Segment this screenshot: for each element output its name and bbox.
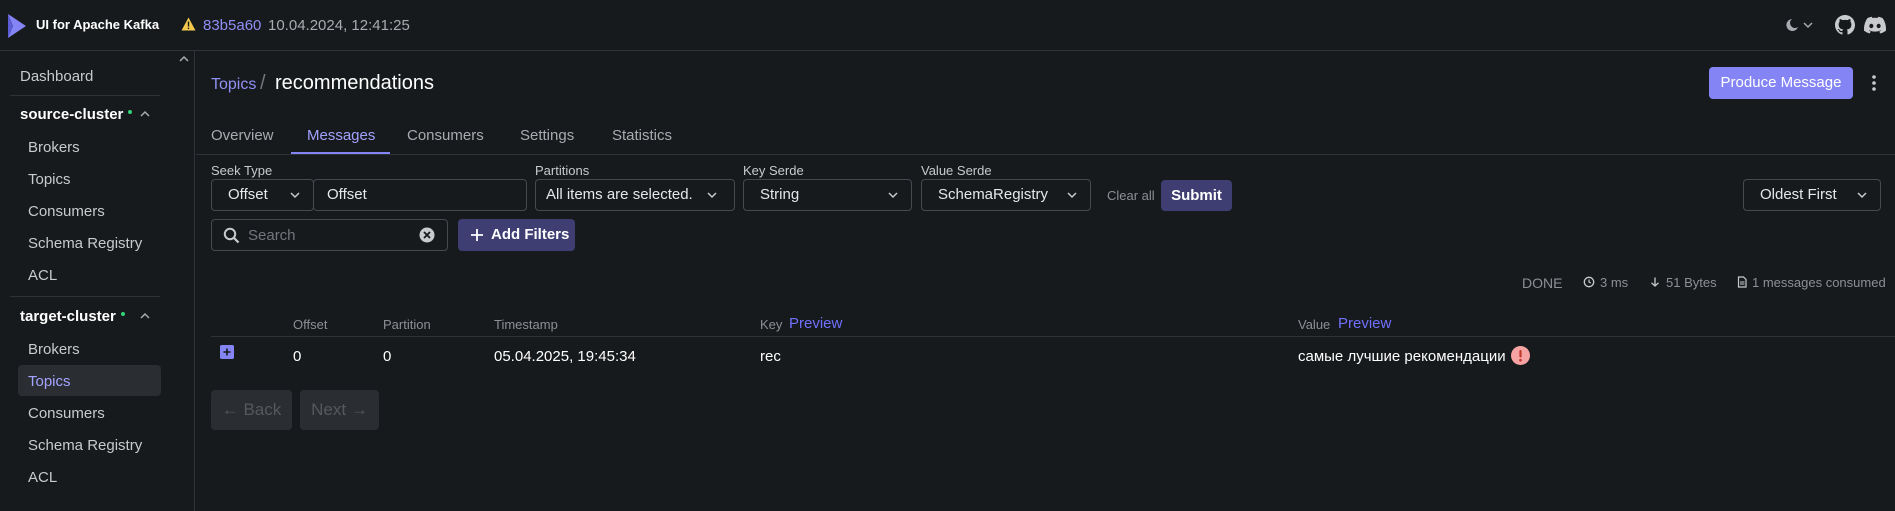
chevron-up-icon[interactable] [139, 110, 151, 118]
produce-message-button[interactable]: Produce Message [1709, 67, 1853, 99]
value-serde-select[interactable]: SchemaRegistry [921, 179, 1091, 211]
active-tab-indicator [291, 152, 390, 154]
theme-toggle-moon-icon[interactable] [1784, 16, 1818, 34]
seek-type-value: Offset [228, 186, 268, 203]
cell-offset: 0 [293, 348, 302, 365]
error-icon[interactable] [1511, 346, 1530, 365]
sidebar-cluster-target[interactable]: target-cluster [20, 308, 125, 325]
chevron-down-icon [290, 192, 300, 199]
key-preview-link[interactable]: Preview [789, 315, 842, 332]
value-preview-link[interactable]: Preview [1338, 315, 1391, 332]
sidebar-item-brokers[interactable]: Brokers [28, 341, 80, 358]
status-consumed: 1 messages consumed [1752, 275, 1886, 290]
sidebar-item-dashboard[interactable]: Dashboard [20, 68, 93, 85]
column-header-value: Value [1298, 317, 1331, 332]
sidebar-item-brokers[interactable]: Brokers [28, 139, 80, 156]
sidebar-item-schema-registry[interactable]: Schema Registry [28, 235, 142, 252]
tab-statistics[interactable]: Statistics [612, 127, 672, 144]
sidebar-item-schema-registry[interactable]: Schema Registry [28, 437, 142, 454]
chevron-down-icon [888, 192, 898, 199]
page-title: recommendations [275, 72, 434, 94]
tab-consumers[interactable]: Consumers [407, 127, 484, 144]
version-date: 10.04.2024, 12:41:25 [268, 17, 410, 34]
table-header-divider [211, 336, 1895, 337]
sidebar-collapse-icon[interactable] [178, 54, 190, 64]
column-header-timestamp[interactable]: Timestamp [494, 317, 558, 332]
more-vertical-icon[interactable] [1871, 73, 1877, 93]
add-filters-button[interactable]: Add Filters [458, 219, 575, 251]
column-header-partition[interactable]: Partition [383, 317, 431, 332]
app-title[interactable]: UI for Apache Kafka [36, 17, 159, 32]
back-button[interactable]: ← Back [211, 390, 292, 430]
sidebar-item-topics[interactable]: Topics [28, 171, 71, 188]
version-link[interactable]: 83b5a60 [203, 17, 261, 34]
breadcrumb-separator: / [260, 72, 266, 94]
breadcrumb-topics-link[interactable]: Topics [211, 76, 256, 94]
arrow-down-icon [1651, 277, 1659, 287]
seek-type-label: Seek Type [211, 163, 273, 178]
key-serde-select[interactable]: String [743, 179, 912, 211]
cluster-status-dot [120, 312, 125, 317]
value-serde-value: SchemaRegistry [938, 186, 1049, 203]
offset-input[interactable]: Offset [313, 179, 527, 211]
tab-overview[interactable]: Overview [211, 127, 274, 144]
expand-row-icon[interactable] [220, 345, 234, 359]
key-serde-value: String [760, 186, 800, 203]
chevron-down-icon [707, 192, 717, 199]
sidebar-divider [10, 95, 160, 96]
plus-icon [471, 229, 483, 241]
top-bar: UI for Apache Kafka 83b5a60 10.04.2024, … [0, 0, 1895, 51]
sort-order-select[interactable]: Oldest First [1743, 179, 1881, 211]
sidebar-cluster-source[interactable]: source-cluster [20, 106, 133, 123]
file-icon [1737, 276, 1747, 288]
sidebar-item-acl[interactable]: ACL [28, 469, 57, 486]
warning-icon [181, 17, 196, 31]
tab-messages[interactable]: Messages [307, 127, 375, 144]
cell-key: rec [760, 348, 781, 365]
clock-icon [1583, 276, 1595, 288]
chevron-down-icon [1067, 192, 1077, 199]
partitions-value: All items are selected. [546, 186, 693, 203]
cell-partition: 0 [383, 348, 392, 365]
key-serde-label: Key Serde [743, 163, 804, 178]
sidebar-item-consumers[interactable]: Consumers [28, 405, 105, 422]
cluster-name: target-cluster [20, 308, 116, 325]
cell-value: самые лучшие рекомендации [1298, 348, 1506, 365]
partitions-select[interactable]: All items are selected. [535, 179, 735, 211]
sort-order-value: Oldest First [1760, 186, 1837, 203]
offset-input-value: Offset [327, 186, 367, 203]
add-filters-label: Add Filters [491, 226, 570, 243]
status-elapsed: 3 ms [1600, 275, 1629, 290]
column-header-key: Key [760, 317, 783, 332]
search-input[interactable] [248, 220, 408, 250]
github-icon[interactable] [1835, 15, 1855, 35]
tab-settings[interactable]: Settings [520, 127, 574, 144]
sidebar: Dashboard source-cluster Brokers Topics … [0, 51, 195, 511]
kafka-logo-icon[interactable] [6, 13, 28, 39]
cell-timestamp: 05.04.2025, 19:45:34 [494, 348, 636, 365]
sidebar-divider [10, 296, 160, 297]
clear-all-button[interactable]: Clear all [1107, 188, 1155, 203]
chevron-down-icon [1857, 192, 1867, 199]
status-state: DONE [1522, 275, 1563, 291]
submit-button[interactable]: Submit [1161, 180, 1232, 211]
next-button[interactable]: Next → [300, 390, 379, 430]
clear-search-icon[interactable] [419, 227, 435, 243]
sidebar-item-acl[interactable]: ACL [28, 267, 57, 284]
search-icon [223, 227, 240, 244]
chevron-up-icon[interactable] [139, 312, 151, 320]
seek-type-select[interactable]: Offset [211, 179, 314, 211]
cluster-name: source-cluster [20, 106, 124, 123]
value-serde-label: Value Serde [921, 163, 992, 178]
discord-icon[interactable] [1864, 16, 1886, 34]
status-bytes: 51 Bytes [1666, 275, 1717, 290]
search-box [211, 219, 448, 251]
cluster-status-dot [128, 110, 133, 115]
sidebar-item-consumers[interactable]: Consumers [28, 203, 105, 220]
partitions-label: Partitions [535, 163, 590, 178]
column-header-offset[interactable]: Offset [293, 317, 327, 332]
tabs-divider [196, 154, 1895, 155]
sidebar-item-topics-active[interactable]: Topics [28, 373, 71, 390]
